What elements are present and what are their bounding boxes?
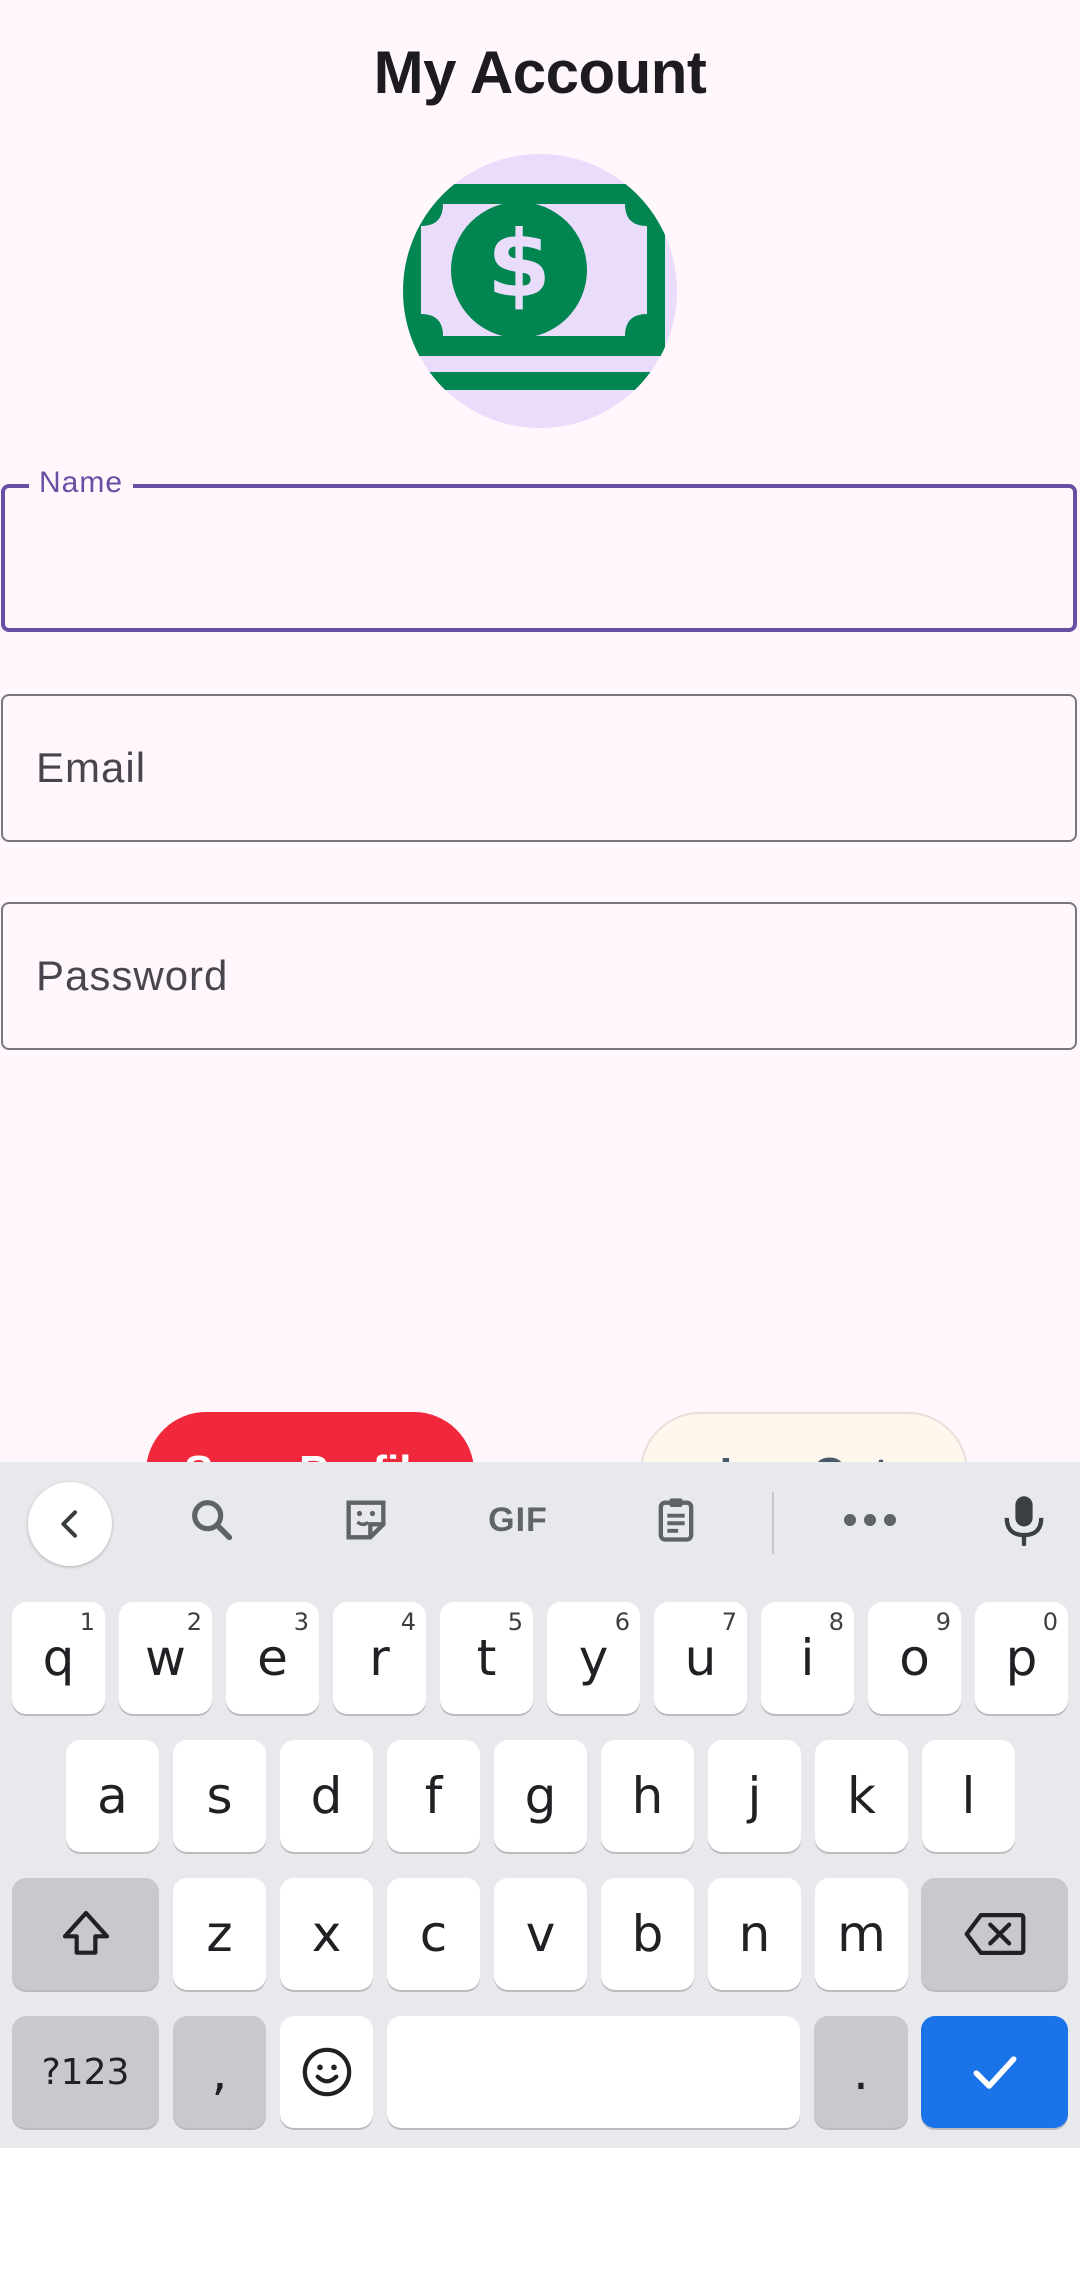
avatar[interactable]: $ — [403, 154, 677, 428]
key-a[interactable]: a — [66, 1740, 159, 1852]
clipboard-icon[interactable] — [636, 1480, 716, 1560]
password-field[interactable]: Password — [1, 902, 1077, 1050]
emoji-key[interactable] — [280, 2016, 373, 2128]
key-h[interactable]: h — [601, 1740, 694, 1852]
key-w[interactable]: w2 — [119, 1602, 212, 1714]
key-hint: 1 — [79, 1608, 95, 1636]
name-field-label: Name — [29, 466, 134, 500]
key-f[interactable]: f — [387, 1740, 480, 1852]
key-hint: 2 — [186, 1608, 202, 1636]
key-s[interactable]: s — [173, 1740, 266, 1852]
done-key[interactable] — [921, 2016, 1068, 2128]
key-hint: 8 — [828, 1608, 844, 1636]
check-icon — [973, 2056, 1016, 2089]
key-label: y — [578, 1629, 609, 1687]
key-label: r — [369, 1629, 390, 1687]
more-icon[interactable] — [830, 1480, 910, 1560]
key-label: w — [145, 1629, 186, 1687]
backspace-icon — [964, 1913, 1025, 1955]
key-hint: 6 — [614, 1608, 630, 1636]
email-field[interactable]: Email — [1, 694, 1077, 842]
period-key[interactable]: . — [814, 2016, 908, 2128]
key-label: p — [1005, 1629, 1038, 1687]
emoji-icon — [302, 2047, 351, 2097]
gif-button[interactable]: GIF — [478, 1480, 558, 1560]
shift-key[interactable] — [12, 1878, 159, 1990]
space-key[interactable] — [387, 2016, 800, 2128]
back-icon[interactable] — [28, 1482, 112, 1566]
key-hint: 7 — [721, 1608, 737, 1636]
mic-icon[interactable] — [984, 1480, 1064, 1560]
key-b[interactable]: b — [601, 1878, 694, 1990]
svg-text:$: $ — [487, 211, 551, 318]
key-v[interactable]: v — [494, 1878, 587, 1990]
key-label: e — [257, 1629, 288, 1687]
key-l[interactable]: l — [922, 1740, 1015, 1852]
key-q[interactable]: q1 — [12, 1602, 105, 1714]
key-label: i — [800, 1629, 815, 1687]
password-field-placeholder: Password — [36, 952, 229, 999]
page-title: My Account — [373, 39, 707, 106]
key-i[interactable]: i8 — [761, 1602, 854, 1714]
key-g[interactable]: g — [494, 1740, 587, 1852]
key-hint: 3 — [293, 1608, 309, 1636]
key-d[interactable]: d — [280, 1740, 373, 1852]
email-field-placeholder: Email — [36, 744, 147, 791]
shift-icon — [62, 1910, 109, 1955]
key-z[interactable]: z — [173, 1878, 266, 1990]
money-bill-icon: $ — [403, 184, 665, 390]
backspace-key[interactable] — [921, 1878, 1068, 1990]
on-screen-keyboard: GIF q1 w2 e3 r4 t5 y6 u7 i8 o9 p0 a s d … — [0, 1462, 1080, 2148]
key-r[interactable]: r4 — [333, 1602, 426, 1714]
key-hint: 9 — [935, 1608, 951, 1636]
key-label: u — [684, 1629, 717, 1687]
key-label: t — [476, 1629, 497, 1687]
key-t[interactable]: t5 — [440, 1602, 533, 1714]
key-o[interactable]: o9 — [868, 1602, 961, 1714]
name-field[interactable]: Name — [1, 466, 1077, 632]
key-e[interactable]: e3 — [226, 1602, 319, 1714]
key-label: q — [42, 1629, 75, 1687]
key-c[interactable]: c — [387, 1878, 480, 1990]
key-y[interactable]: y6 — [547, 1602, 640, 1714]
key-hint: 4 — [400, 1608, 416, 1636]
key-p[interactable]: p0 — [975, 1602, 1068, 1714]
symbols-key[interactable]: ?123 — [12, 2016, 159, 2128]
toolbar-divider — [772, 1492, 774, 1554]
navigation-bar — [0, 2148, 1080, 2280]
key-u[interactable]: u7 — [654, 1602, 747, 1714]
key-m[interactable]: m — [815, 1878, 908, 1990]
key-j[interactable]: j — [708, 1740, 801, 1852]
key-k[interactable]: k — [815, 1740, 908, 1852]
comma-key[interactable]: , — [173, 2016, 266, 2128]
search-icon[interactable] — [172, 1480, 252, 1560]
key-hint: 5 — [507, 1608, 523, 1636]
sticker-icon[interactable] — [326, 1480, 406, 1560]
key-x[interactable]: x — [280, 1878, 373, 1990]
key-label: o — [899, 1629, 930, 1687]
keyboard-toolbar: GIF — [0, 1462, 1080, 1582]
key-n[interactable]: n — [708, 1878, 801, 1990]
key-hint: 0 — [1042, 1608, 1058, 1636]
